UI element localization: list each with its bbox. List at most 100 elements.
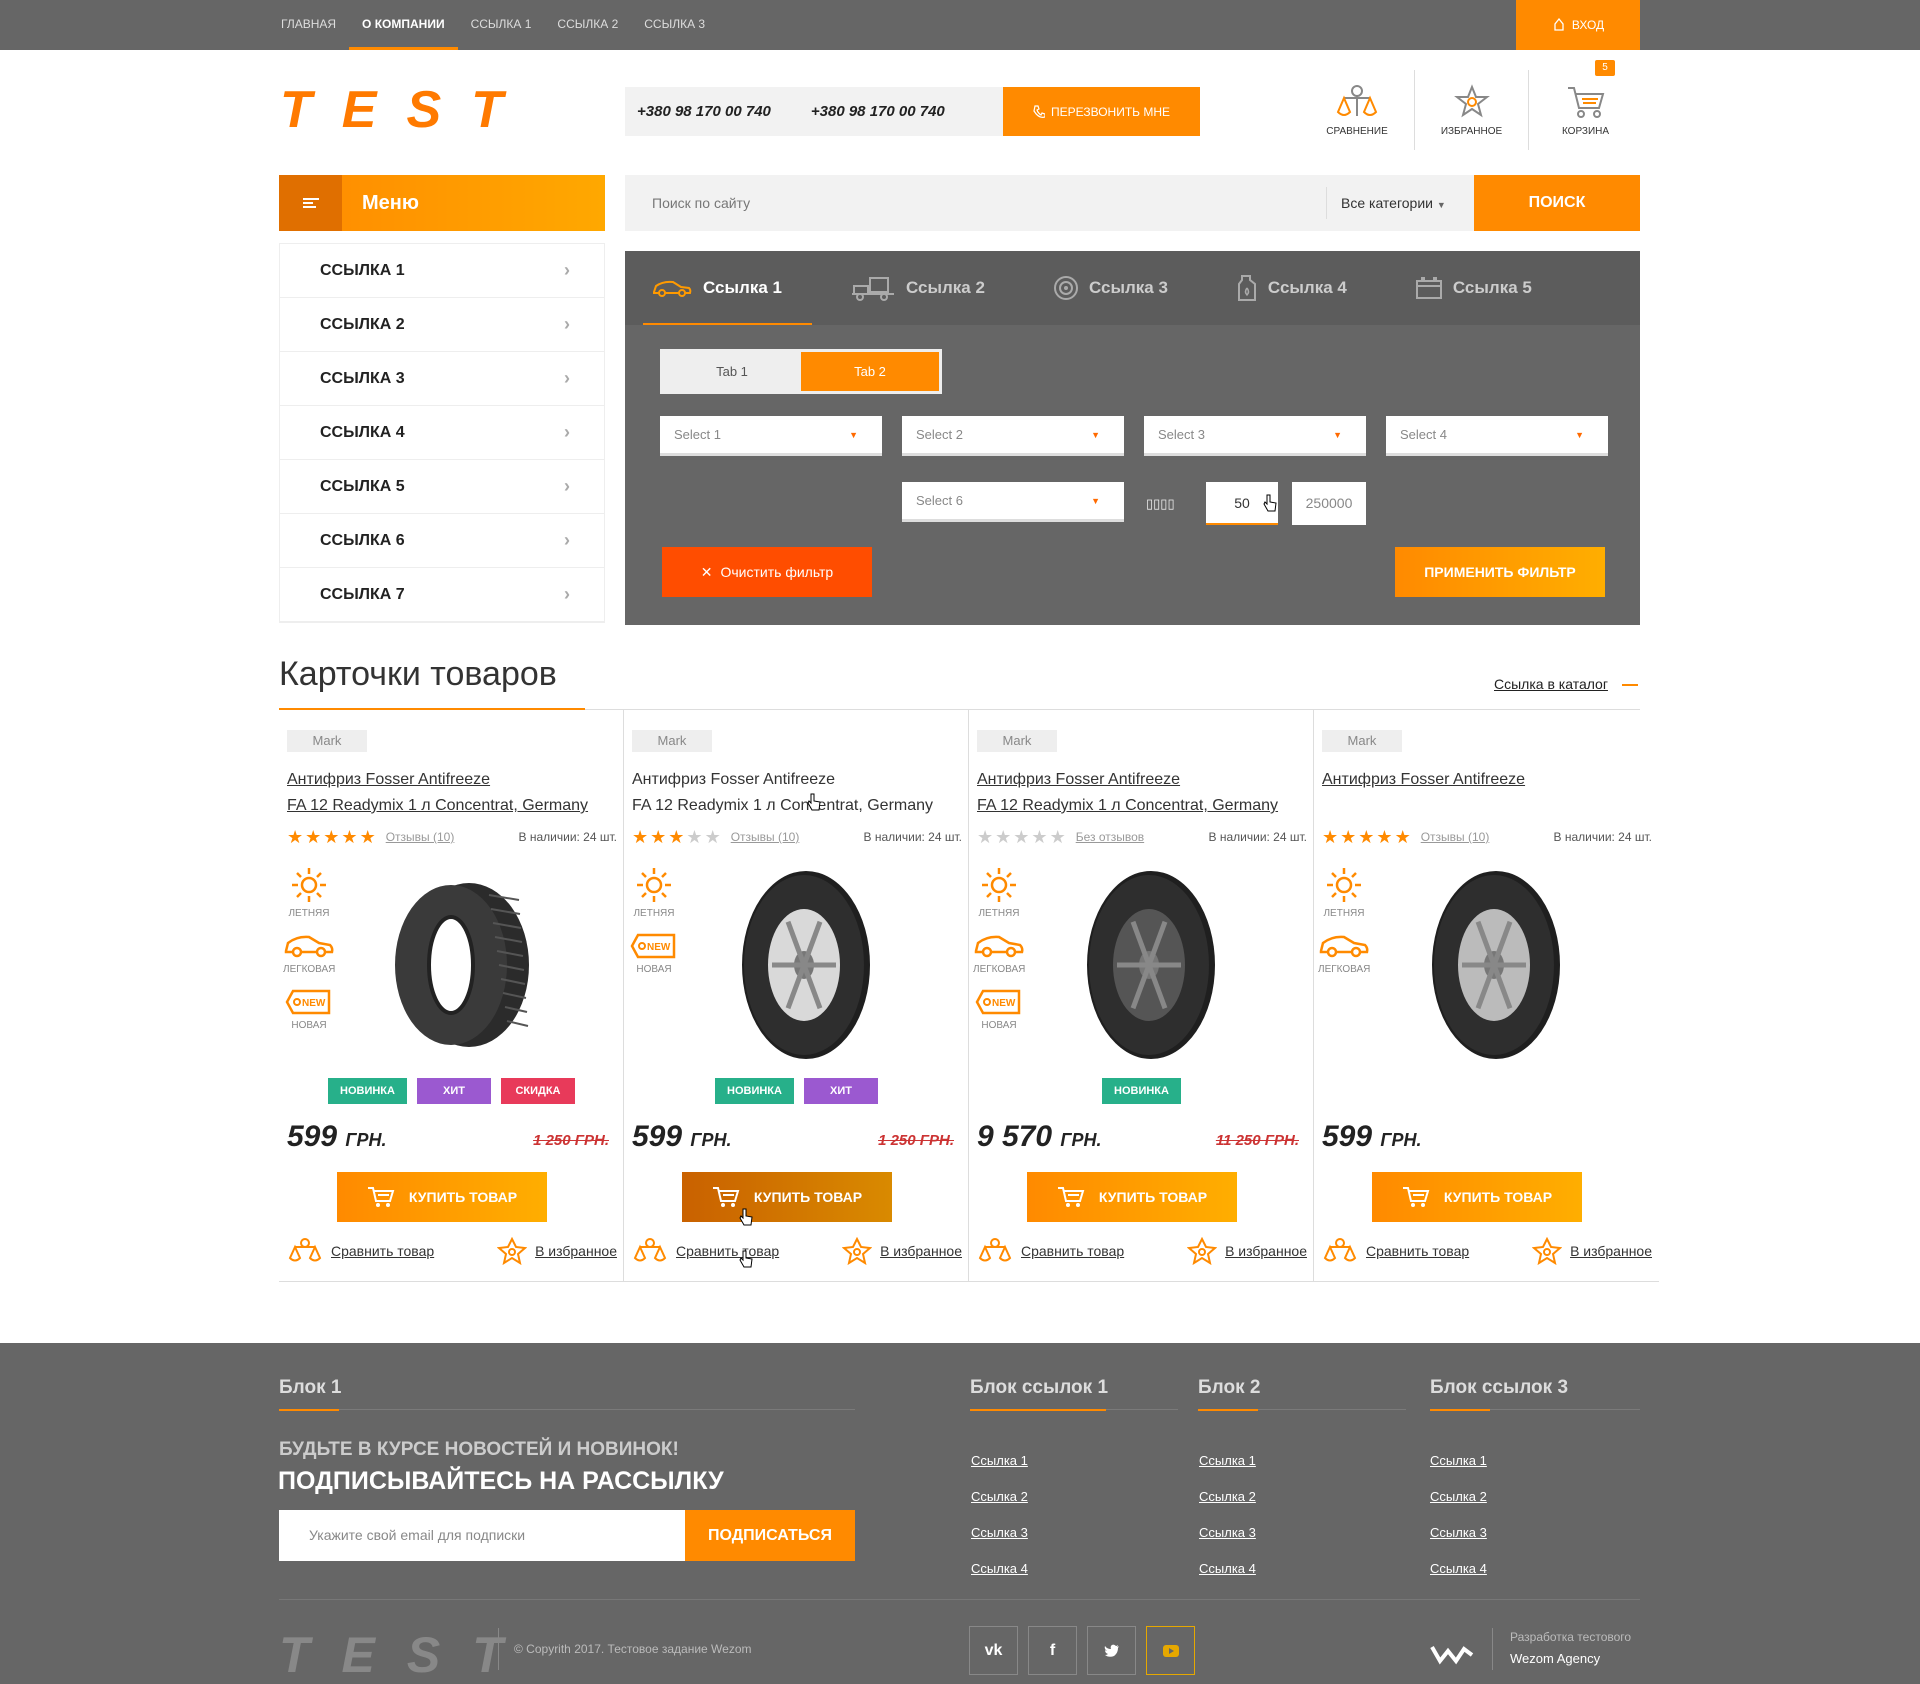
brand-mark[interactable]: Mark [287, 730, 367, 752]
phone-1[interactable]: +380 98 170 00 740 [637, 103, 771, 120]
buy-button[interactable]: КУПИТЬ ТОВАР [1027, 1172, 1237, 1222]
clear-filter-button[interactable]: ✕ Очистить фильтр [662, 547, 872, 597]
subtab-2[interactable]: Tab 2 [801, 352, 939, 391]
catalog-link[interactable]: Ссылка в каталог [1494, 676, 1608, 692]
brand-mark[interactable]: Mark [1322, 730, 1402, 752]
product-title[interactable]: Антифриз Fosser Antifreeze FA 12 Readymi… [977, 767, 1307, 819]
apply-filter-button[interactable]: ПРИМЕНИТЬ ФИЛЬТР [1395, 547, 1605, 597]
sidebar-item-5[interactable]: ССЫЛКА 5 › [280, 460, 604, 514]
buy-button[interactable]: КУПИТЬ ТОВАР [682, 1172, 892, 1222]
select-1[interactable]: Select 1 ▼ [660, 416, 882, 456]
product-image[interactable] [1404, 860, 1584, 1065]
footer-logo[interactable]: TEST [279, 1626, 535, 1684]
product-title[interactable]: Антифриз Fosser Antifreeze FA 12 Readymi… [287, 767, 617, 819]
favorite-product-link[interactable]: В избранное [1187, 1237, 1307, 1265]
brand-mark[interactable]: Mark [632, 730, 712, 752]
wezom-logo-icon[interactable] [1430, 1643, 1474, 1665]
reviews-link[interactable]: Без отзывов [1076, 830, 1144, 844]
favorite-product-link[interactable]: В избранное [1532, 1237, 1652, 1265]
tab-link1[interactable]: Ссылка 1 [643, 251, 812, 325]
cart-link[interactable]: 5 КОРЗИНА [1528, 60, 1642, 150]
product-image[interactable] [369, 860, 549, 1065]
select-6[interactable]: Select 6 ▼ [902, 482, 1124, 522]
callback-button[interactable]: ПЕРЕЗВОНИТЬ МНЕ [1003, 87, 1200, 136]
compare-icon [1323, 1238, 1357, 1262]
tab-link4[interactable]: Ссылка 4 [1236, 251, 1347, 325]
phones-bar: +380 98 170 00 740 +380 98 170 00 740 ПЕ… [625, 87, 1200, 136]
sidebar-item-4[interactable]: ССЫЛКА 4 › [280, 406, 604, 460]
favorites-link[interactable]: ИЗБРАННОЕ [1414, 70, 1528, 150]
sidebar-item-7[interactable]: ССЫЛКА 7 › [280, 568, 604, 622]
brand-mark[interactable]: Mark [977, 730, 1057, 752]
battery-icon [1415, 277, 1442, 299]
footer-link[interactable]: Ссылка 3 [1430, 1525, 1487, 1561]
footer-link[interactable]: Ссылка 2 [971, 1489, 1028, 1525]
star-icon: ★ [668, 827, 685, 847]
category-select[interactable]: Все категории ▼ [1326, 187, 1474, 219]
compare-product-link[interactable]: Сравнить товар [632, 1237, 779, 1265]
topnav-link3[interactable]: ССЫЛКА 3 [631, 0, 718, 50]
footer-link[interactable]: Ссылка 1 [1199, 1453, 1256, 1489]
compare-product-link[interactable]: Сравнить товар [1322, 1237, 1469, 1265]
footer-link[interactable]: Ссылка 2 [1199, 1489, 1256, 1525]
product-actions: Сравнить товар В избранное [632, 1237, 962, 1265]
select-4[interactable]: Select 4 ▼ [1386, 416, 1608, 456]
attribute-label: ЛЕТНЯЯ [633, 908, 675, 919]
phone-2[interactable]: +380 98 170 00 740 [811, 103, 945, 120]
product-title[interactable]: Антифриз Fosser Antifreeze [1322, 767, 1652, 793]
reviews-link[interactable]: Отзывы (10) [1421, 830, 1490, 844]
compare-link[interactable]: СРАВНЕНИЕ [1300, 70, 1414, 150]
search-input[interactable]: Поиск по сайту [625, 175, 1326, 231]
product-title[interactable]: Антифриз Fosser Antifreeze FA 12 Readymix… [632, 767, 962, 819]
vk-icon[interactable]: vk [969, 1626, 1018, 1675]
footer-link[interactable]: Ссылка 1 [1430, 1453, 1487, 1489]
sidebar-item-1[interactable]: ССЫЛКА 1 › [280, 244, 604, 298]
footer-link[interactable]: Ссылка 4 [1199, 1561, 1256, 1597]
youtube-icon[interactable] [1146, 1626, 1195, 1675]
select-3[interactable]: Select 3 ▼ [1144, 416, 1366, 456]
reviews-link[interactable]: Отзывы (10) [731, 830, 800, 844]
sidebar-item-2[interactable]: ССЫЛКА 2 › [280, 298, 604, 352]
tab-link2[interactable]: Ссылка 2 [850, 251, 985, 325]
reviews-link[interactable]: Отзывы (10) [386, 830, 455, 844]
footer-link[interactable]: Ссылка 1 [971, 1453, 1028, 1489]
logo[interactable]: TEST [280, 80, 533, 140]
product-attribute: ЛЕТНЯЯ [628, 865, 680, 919]
footer-link[interactable]: Ссылка 3 [1199, 1525, 1256, 1561]
product-image[interactable] [714, 860, 894, 1065]
topnav-link2[interactable]: ССЫЛКА 2 [544, 0, 631, 50]
compare-product-link[interactable]: Сравнить товар [287, 1237, 434, 1265]
buy-button[interactable]: КУПИТЬ ТОВАР [337, 1172, 547, 1222]
chevron-right-icon: › [564, 530, 570, 550]
price-currency: ГРН. [1380, 1130, 1422, 1150]
twitter-icon[interactable] [1087, 1626, 1136, 1675]
product-image[interactable] [1059, 860, 1239, 1065]
email-field[interactable]: Укажите свой email для подписки [279, 1510, 685, 1561]
sidebar-item-3[interactable]: ССЫЛКА 3 › [280, 352, 604, 406]
sidebar-item-6[interactable]: ССЫЛКА 6 › [280, 514, 604, 568]
footer-link[interactable]: Ссылка 3 [971, 1525, 1028, 1561]
topnav-home[interactable]: ГЛАВНАЯ [268, 0, 349, 50]
topnav-about[interactable]: О КОМПАНИИ [349, 0, 458, 50]
footer-link[interactable]: Ссылка 4 [1430, 1561, 1487, 1597]
search-button[interactable]: ПОИСК [1474, 175, 1640, 231]
compare-product-link[interactable]: Сравнить товар [977, 1237, 1124, 1265]
subscribe-button[interactable]: ПОДПИСАТЬСЯ [685, 1510, 855, 1561]
footer-link[interactable]: Ссылка 4 [971, 1561, 1028, 1597]
login-button[interactable]: ВХОД [1516, 0, 1640, 50]
tab-link5[interactable]: Ссылка 5 [1415, 251, 1532, 325]
filter-tabs: Ссылка 1 Ссылка 2 Ссылка 3 Ссылка 4 Ссыл… [625, 251, 1640, 325]
topnav-link1[interactable]: ССЫЛКА 1 [458, 0, 545, 50]
menu-header[interactable]: Меню [279, 175, 605, 231]
select-2[interactable]: Select 2 ▼ [902, 416, 1124, 456]
buy-button[interactable]: КУПИТЬ ТОВАР [1372, 1172, 1582, 1222]
subtab-1[interactable]: Tab 1 [663, 352, 801, 391]
favorite-product-link[interactable]: В избранное [842, 1237, 962, 1265]
developer-line2[interactable]: Wezom Agency [1510, 1651, 1600, 1666]
footer-link[interactable]: Ссылка 2 [1430, 1489, 1487, 1525]
range-to-input[interactable]: 250000 [1292, 482, 1366, 525]
facebook-icon[interactable]: f [1028, 1626, 1077, 1675]
favorite-product-link[interactable]: В избранное [497, 1237, 617, 1265]
range-label: ▯▯▯▯ [1146, 496, 1175, 511]
tab-link3[interactable]: Ссылка 3 [1053, 251, 1168, 325]
